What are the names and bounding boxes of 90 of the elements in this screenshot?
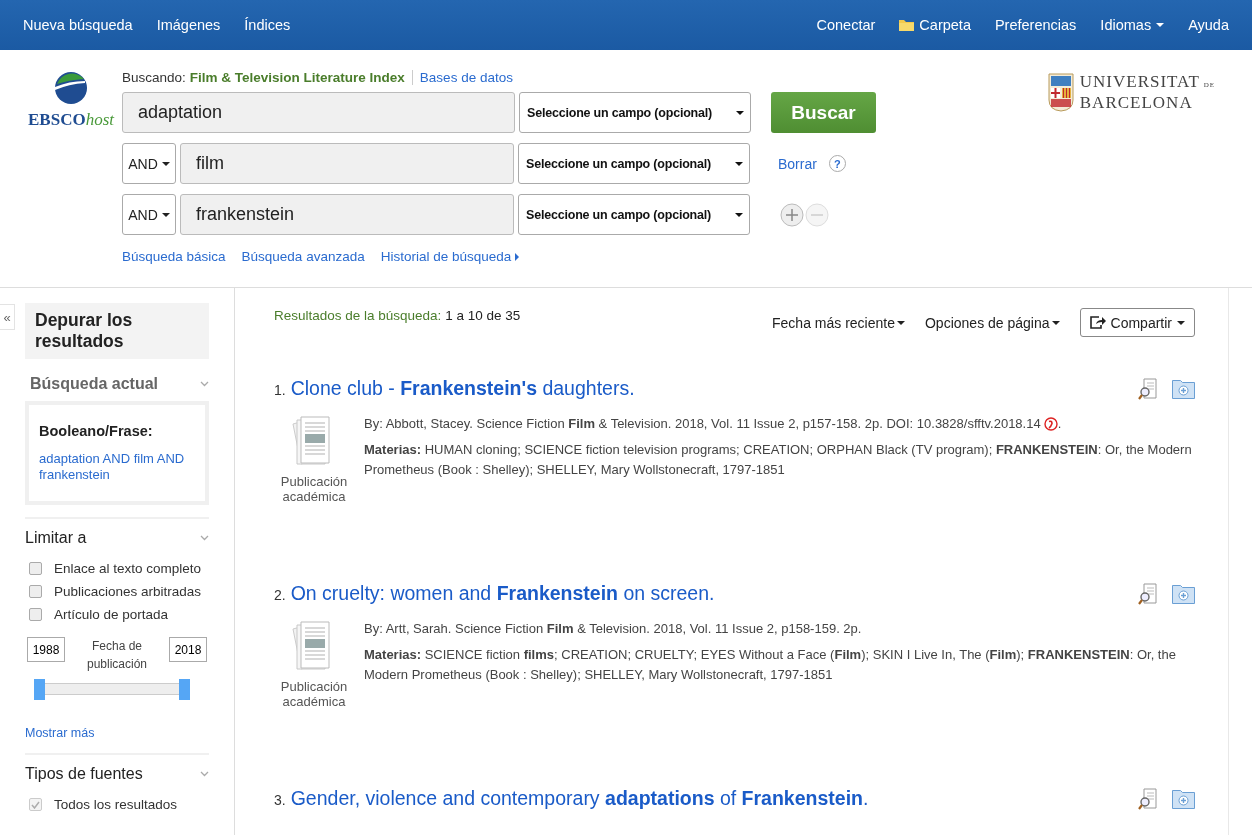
sort-dropdown[interactable]: Fecha más reciente [772, 314, 905, 331]
search-button[interactable]: Buscar [771, 92, 876, 133]
section-heading[interactable]: Tipos de fuentes [25, 765, 143, 783]
search-link[interactable]: Búsqueda avanzada [241, 249, 365, 264]
page-options-dropdown[interactable]: Opciones de página [925, 314, 1060, 331]
link-icon[interactable] [1043, 417, 1058, 431]
caret-icon [1177, 320, 1185, 325]
result-number: 2. [274, 587, 286, 603]
caret-icon [735, 161, 743, 166]
nav-link[interactable]: Ayuda [1176, 17, 1241, 33]
slider-handle[interactable] [34, 679, 45, 700]
checkbox-label: Publicaciones arbitradas [54, 584, 202, 599]
result-title-link[interactable]: Gender, violence and contemporary adaptations of Frankenstein. [290, 787, 869, 809]
nav-link[interactable]: Índices [232, 17, 303, 33]
results-count: 1 a 10 de 35 [445, 308, 521, 323]
result-title-link[interactable]: On cruelty: women and Frankenstein on screen. [290, 582, 715, 604]
clear-link[interactable]: Borrar [778, 155, 817, 172]
caret-icon [1051, 320, 1060, 325]
caret-icon [735, 212, 743, 217]
nav-link[interactable]: Idiomas [1088, 17, 1177, 33]
date-label: Fecha de publicación [85, 638, 148, 673]
caret-icon [1156, 23, 1165, 27]
publication-type: Publicación académica [279, 474, 349, 504]
checkbox[interactable] [29, 608, 42, 621]
publication-type: Publicación académica [279, 679, 349, 709]
operator-dropdown[interactable]: AND [122, 143, 176, 184]
preview-icon[interactable] [1138, 787, 1160, 810]
add-row-icon[interactable] [780, 202, 804, 227]
nav-link[interactable]: Nueva búsqueda [11, 17, 145, 33]
search-field[interactable]: adaptation [122, 92, 515, 133]
slider-handle[interactable] [179, 679, 190, 700]
nav-link[interactable]: Conectar [804, 17, 888, 33]
databases-link[interactable]: Bases de datos [419, 70, 513, 85]
logo-text: EBSCOhost [28, 110, 114, 130]
search-field[interactable]: film [180, 143, 514, 184]
query-label: Booleano/Frase: [39, 423, 154, 439]
nav-link[interactable]: Carpeta [887, 17, 983, 33]
add-to-folder-icon[interactable] [1172, 583, 1195, 604]
preview-icon[interactable] [1138, 582, 1160, 605]
year-field[interactable]: 1988 [27, 637, 65, 662]
caret-icon [897, 320, 905, 325]
field-dropdown[interactable]: Seleccione un campo (opcional) [518, 143, 750, 184]
results-label: Resultados de la búsqueda: [274, 308, 442, 323]
share-icon [1089, 316, 1106, 329]
checkbox-label: Enlace al texto completo [54, 561, 202, 576]
chevron-icon[interactable] [200, 535, 209, 541]
remove-row-icon[interactable] [805, 202, 829, 227]
add-to-folder-icon[interactable] [1172, 378, 1195, 399]
checkbox[interactable] [29, 562, 42, 575]
field-dropdown[interactable]: Seleccione un campo (opcional) [518, 194, 750, 235]
result-number: 1. [274, 382, 286, 398]
byline: By: Abbott, Stacey. Science Fiction Film & Television. 2018, Vol. 11 Issue 2, p157-158. 2p. DOI: 10.3828/sfftv.2018.14 [364, 415, 1041, 433]
byline: By: Artt, Sarah. Science Fiction Film & Television. 2018, Vol. 11 Issue 2, p158-159. 2p. [364, 620, 862, 638]
database-name: Film & Television Literature Index [189, 70, 413, 85]
search-link[interactable]: Historial de búsqueda [380, 249, 520, 264]
result-title-link[interactable]: Clone club - Frankenstein's daughters. [290, 377, 635, 399]
add-to-folder-icon[interactable] [1172, 788, 1195, 809]
caret-icon [515, 252, 520, 261]
checkbox-label: Todos los resultados [54, 797, 178, 812]
checkbox-label: Artículo de portada [54, 607, 169, 622]
field-dropdown[interactable]: Seleccione un campo (opcional) [519, 92, 751, 133]
collapse-button[interactable]: « [0, 304, 15, 330]
nav-link[interactable]: Preferencias [982, 17, 1089, 33]
folder-icon [899, 19, 915, 31]
checkbox[interactable] [29, 585, 42, 598]
preview-icon[interactable] [1138, 377, 1160, 400]
caret-icon [161, 161, 170, 166]
search-link[interactable]: Búsqueda básica [122, 249, 226, 264]
section-heading[interactable]: Búsqueda actual [25, 375, 159, 393]
subjects: Materias: SCIENCE fiction films; CREATION; CRUELTY; EYES Without a Face (Film); SKIN I Live In, The (Film); FRANKENSTEIN: Or, the Modern Prometheus (Book : Shelley); SHELLEY, Mary Wollstonecraft, 1797-1851 [364, 646, 1177, 684]
subjects: Materias: HUMAN cloning; SCIENCE fiction television programs; CREATION; ORPHAN Black (TV program); FRANKENSTEIN: Or, the Modern Prometheus (Book : Shelley); SHELLEY, Mary Wollstonecraft, 1797-1851 [364, 441, 1193, 479]
chevron-icon[interactable] [200, 381, 209, 387]
search-field[interactable]: frankenstein [180, 194, 514, 235]
caret-icon [736, 110, 744, 115]
year-field[interactable]: 2018 [169, 637, 207, 662]
byline-end: . [1057, 415, 1062, 433]
show-more-link[interactable]: Mostrar más [25, 726, 95, 740]
result-number: 3. [274, 792, 286, 808]
date-slider[interactable] [34, 679, 190, 700]
share-button[interactable]: Compartir [1079, 308, 1195, 337]
nav-link[interactable]: Imágenes [144, 17, 233, 33]
searching-label: Buscando: [122, 70, 186, 85]
query-link[interactable]: adaptation AND film AND frankenstein [39, 451, 195, 483]
operator-dropdown[interactable]: AND [122, 194, 176, 235]
sidebar-title: Depurar los resultados [25, 303, 209, 359]
crest-icon [1047, 72, 1074, 112]
logo-icon [55, 72, 87, 104]
caret-icon [161, 212, 170, 217]
section-heading[interactable]: Limitar a [25, 529, 87, 547]
chevron-icon[interactable] [200, 771, 209, 777]
